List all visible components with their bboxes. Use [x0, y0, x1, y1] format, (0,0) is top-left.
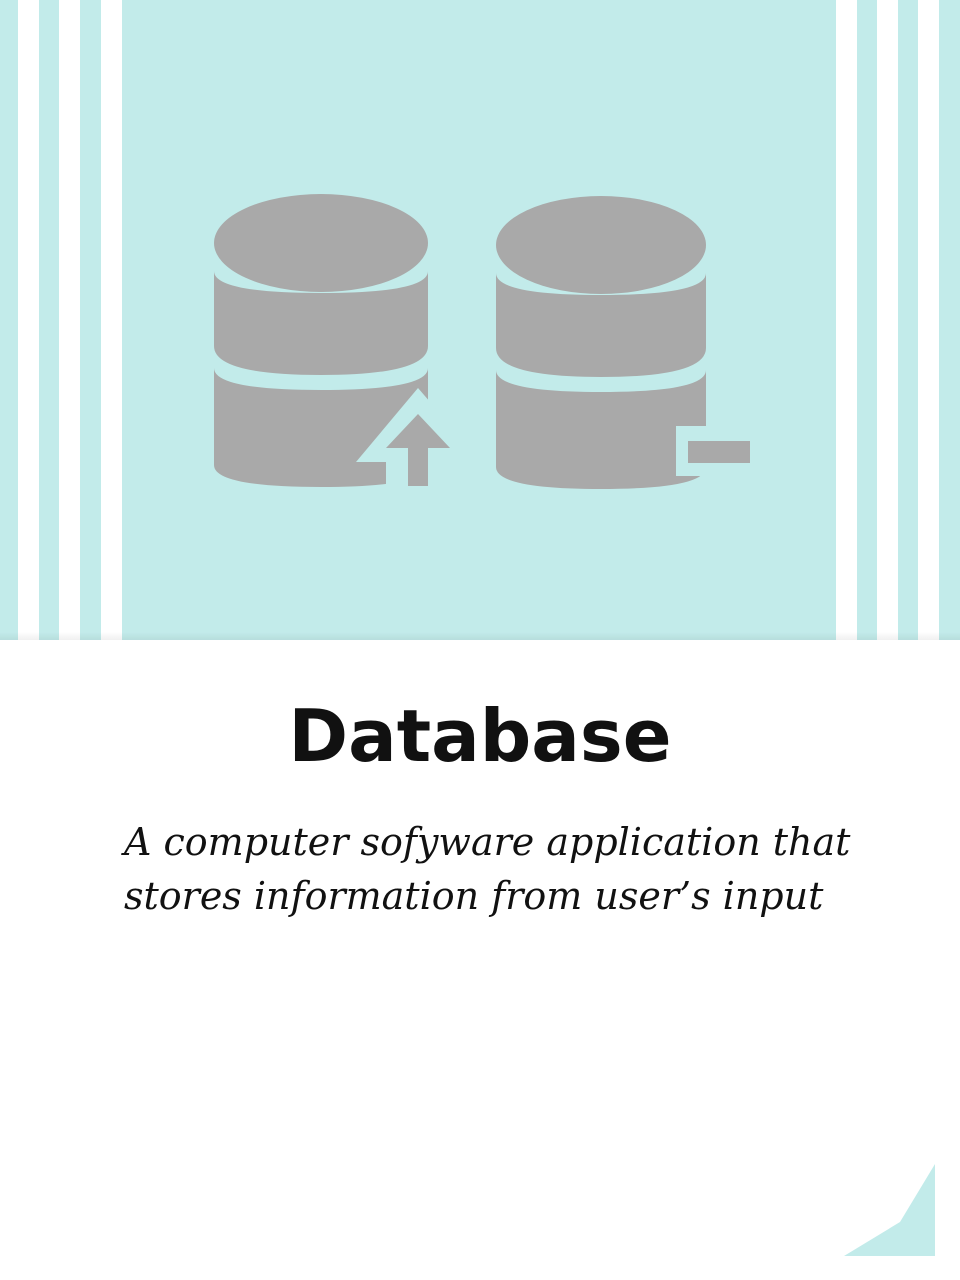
database-minus-icon [496, 196, 762, 489]
hero-illustration [214, 194, 762, 490]
database-upload-icon [214, 194, 482, 490]
hero-bottom-shadow [0, 632, 960, 640]
description-text: A computer sofyware application that sto… [124, 820, 851, 918]
hero-banner [0, 0, 960, 640]
page-title: Database [288, 694, 672, 778]
